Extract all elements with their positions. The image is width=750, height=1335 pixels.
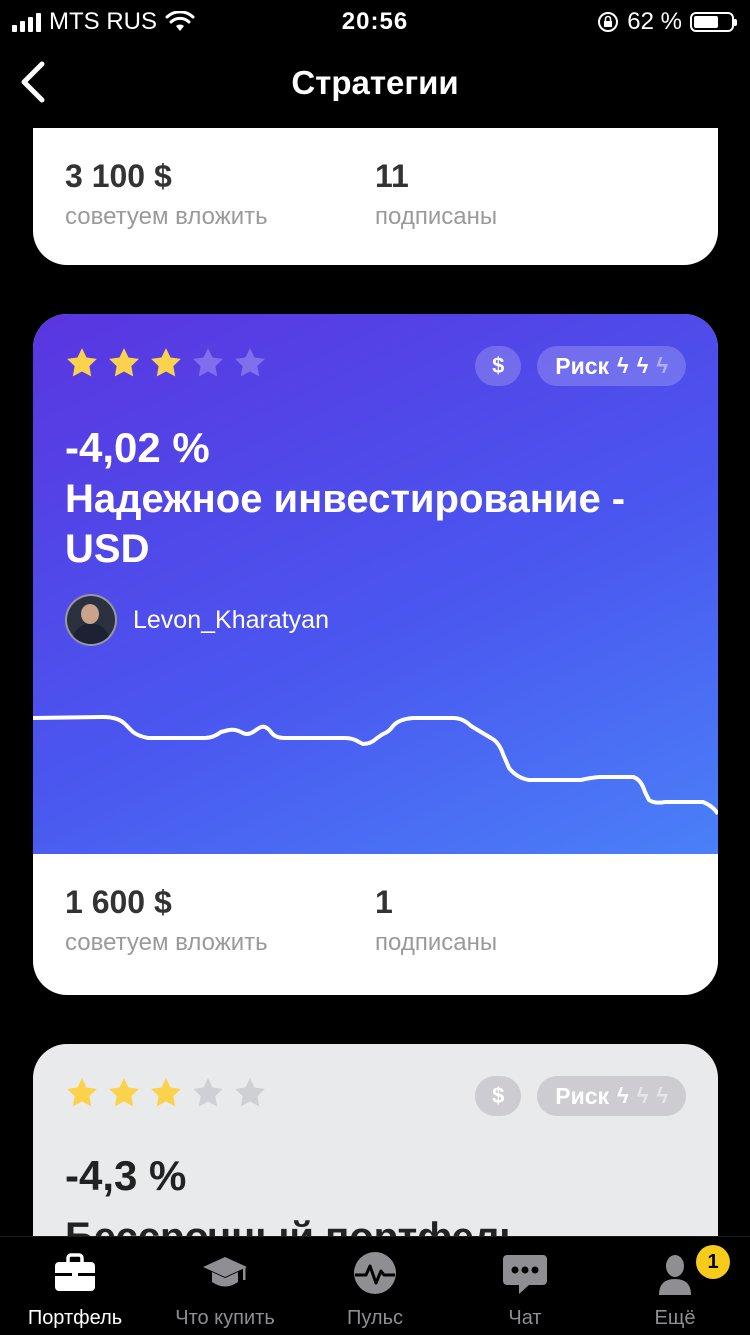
bolt-icon: ϟ [617,1083,629,1108]
recommended-amount: 3 100 $ советуем вложить [65,158,268,231]
strategy-yield: -4,3 % [65,1152,187,1199]
subscribers-label: подписаны [375,929,498,956]
battery-icon [690,12,737,32]
strategy-list[interactable]: 3 100 $ советуем вложить 11 подписаны $ … [0,128,750,1236]
tab-label: Пульс [346,1307,404,1329]
star-filled-icon [67,1078,97,1107]
strategy-yield: -4,02 % [65,424,210,471]
rating-stars [65,346,267,380]
card-tags: $ Риск ϟ ϟ ϟ [475,346,686,386]
tab-chat[interactable]: Чат [450,1237,600,1335]
profile-icon [659,1255,691,1295]
status-right: 62 % [597,8,737,36]
strategy-card[interactable]: $ Риск ϟ ϟ ϟ -4,3 % Бессрочный портфель [33,1044,718,1236]
bolt-icon: ϟ [617,353,629,378]
strategy-name: Бессрочный портфель [65,1212,705,1236]
star-filled-icon [109,348,139,377]
subscribers-value: 1 [375,884,393,920]
subscribers: 1 подписаны [375,884,497,957]
recommended-amount: 1 600 $ советуем вложить [65,884,268,957]
tab-what-to-buy[interactable]: Что купить [150,1237,300,1335]
tab-pulse[interactable]: Пульс [300,1237,450,1335]
page-title: Стратегии [291,64,459,101]
rating-stars [65,1076,267,1110]
star-empty-icon [235,1078,265,1107]
star-filled-icon [109,1078,139,1107]
amount-label: советуем вложить [65,929,268,956]
card-stats: 1 600 $ советуем вложить 1 подписаны [33,854,718,994]
chat-icon [503,1255,547,1294]
card-stats: 3 100 $ советуем вложить 11 подписаны [33,128,718,265]
amount-value: 3 100 $ [65,158,172,194]
performance-chart [33,715,718,816]
star-empty-icon [235,348,265,377]
risk-badge: Риск ϟ ϟ ϟ [537,346,686,386]
bolt-icon: ϟ [636,1083,649,1108]
bolt-icon: ϟ [656,353,668,378]
battery-percent: 62 % [627,8,682,35]
author-name: Levon_Kharatyan [133,605,329,634]
risk-label: Риск [555,1082,610,1109]
subscribers: 11 подписаны [375,158,497,231]
strategy-author[interactable]: Levon_Kharatyan [65,594,329,646]
avatar [65,594,117,646]
pulse-icon [354,1252,396,1294]
tab-label: Ещё [654,1307,696,1329]
star-filled-icon [67,348,97,377]
tab-more[interactable]: 1 Ещё [600,1237,750,1335]
tab-label: Чат [508,1307,542,1329]
star-filled-icon [151,348,181,377]
subscribers-value: 11 [375,158,409,194]
card-tags: $ Риск ϟ ϟ ϟ [475,1076,686,1116]
bolt-icon: ϟ [656,1083,668,1108]
subscribers-label: подписаны [375,203,498,230]
currency-badge: $ [475,346,522,386]
star-filled-icon [151,1078,181,1107]
graduation-cap-icon [203,1257,247,1287]
tab-label: Портфель [27,1307,123,1329]
star-empty-icon [193,1078,223,1107]
amount-label: советуем вложить [65,203,268,230]
risk-badge: Риск ϟ ϟ ϟ [537,1076,686,1116]
strategy-name: Надежное инвестирование - USD [65,477,626,571]
briefcase-icon [55,1253,95,1291]
tab-label: Что купить [175,1307,275,1329]
tab-portfolio[interactable]: Портфель [0,1237,150,1335]
card-hero: $ Риск ϟ ϟ ϟ -4,02 % Надежное инвестиров… [33,314,718,854]
status-bar: MTS RUS 20:56 62 % [0,0,750,42]
tab-bar: Портфель Что купить Пульс Чат 1 Ещё [0,1236,750,1335]
risk-label: Риск [555,352,610,379]
currency-badge: $ [475,1076,522,1116]
notification-badge: 1 [696,1245,730,1279]
star-empty-icon [193,348,223,377]
navigation-bar: Стратегии [0,42,750,128]
bolt-icon: ϟ [636,353,649,378]
performance-line [33,715,718,816]
strategy-card[interactable]: $ Риск ϟ ϟ ϟ -4,02 % Надежное инвестиров… [33,314,718,995]
strategy-card[interactable]: 3 100 $ советуем вложить 11 подписаны [33,128,718,265]
rotation-lock-icon [598,12,619,32]
amount-value: 1 600 $ [65,884,172,920]
